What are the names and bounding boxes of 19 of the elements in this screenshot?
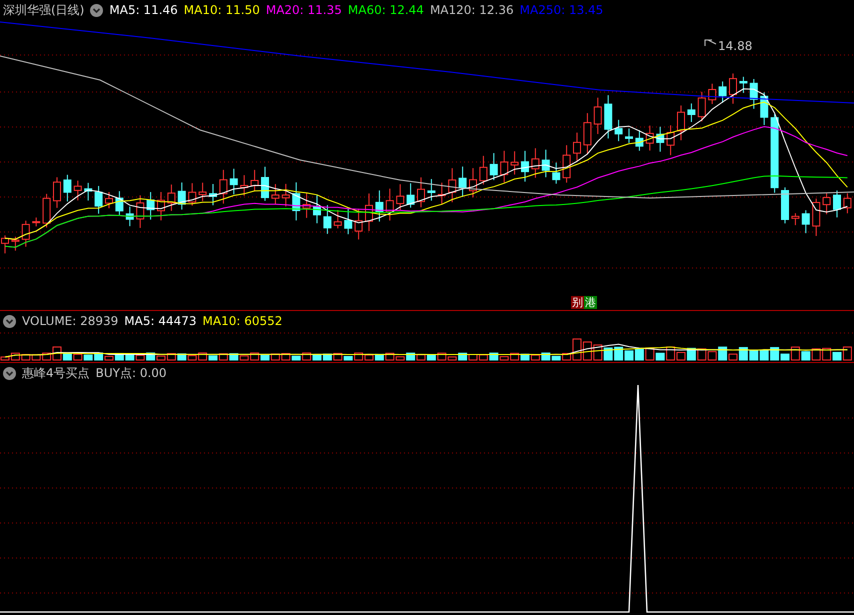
chevron-down-icon[interactable] bbox=[90, 4, 104, 16]
moving-average-label: MA20: 11.35 bbox=[266, 3, 342, 17]
event-mark[interactable]: 别 bbox=[571, 296, 584, 309]
volume-average-label: MA5: 44473 bbox=[124, 314, 197, 328]
indicator-reading: BUY点: 0.00 bbox=[96, 364, 167, 382]
chevron-down-icon[interactable] bbox=[3, 366, 16, 380]
chevron-down-icon[interactable] bbox=[3, 314, 16, 328]
moving-average-label: MA10: 11.50 bbox=[184, 3, 260, 17]
volume-title: VOLUME: 28939 bbox=[22, 314, 118, 328]
volume-average-label: MA10: 60552 bbox=[202, 314, 282, 328]
event-mark[interactable]: 港 bbox=[584, 296, 597, 309]
stock-title: 深圳华强(日线) bbox=[3, 2, 84, 18]
moving-average-label: MA60: 12.44 bbox=[348, 3, 424, 17]
indicator-title: 惠峰4号买点 bbox=[22, 364, 90, 382]
moving-average-label: MA120: 12.36 bbox=[430, 3, 514, 17]
moving-average-label: MA250: 13.45 bbox=[520, 3, 604, 17]
moving-average-label: MA5: 11.46 bbox=[109, 3, 178, 17]
high-marker-icon bbox=[704, 40, 716, 46]
price-high-label: 14.88 bbox=[718, 39, 752, 53]
